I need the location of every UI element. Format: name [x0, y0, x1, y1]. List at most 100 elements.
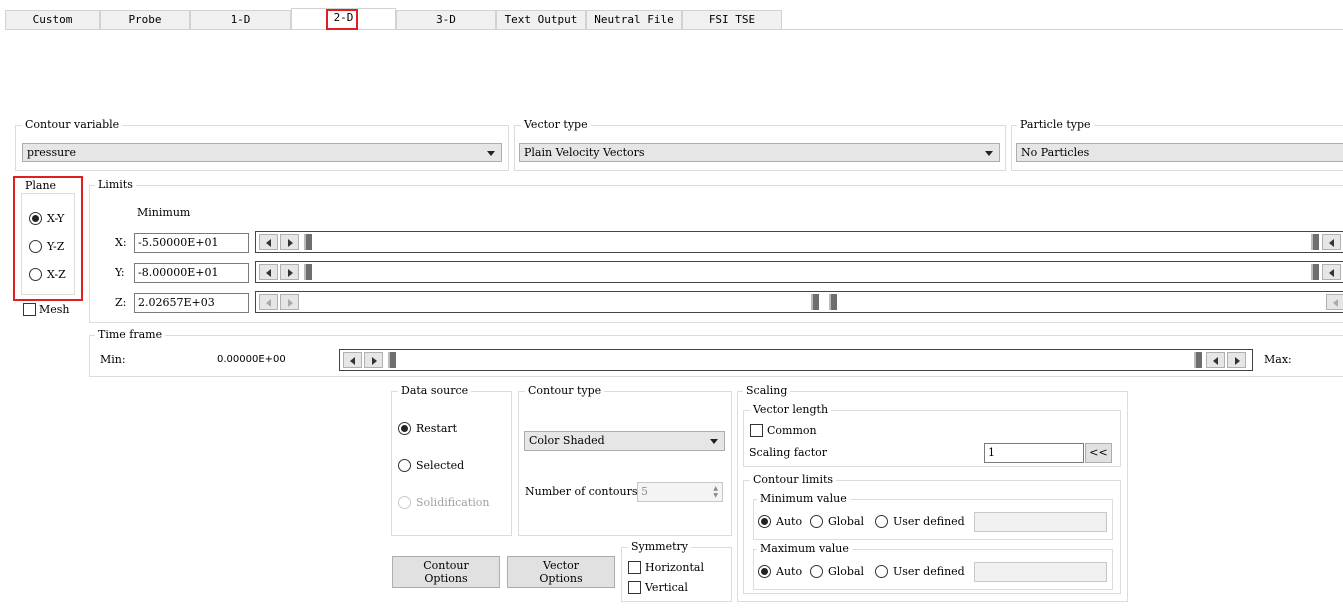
min-user-defined-radio[interactable] [875, 515, 888, 528]
collapse-button[interactable]: << [1085, 443, 1112, 463]
slider-left-arrow-icon[interactable] [259, 234, 278, 250]
scaling-factor-field[interactable]: 1 [984, 443, 1084, 463]
tab-text-output[interactable]: Text Output [496, 10, 586, 29]
slider-left-arrow-icon[interactable] [1206, 352, 1225, 368]
data-source-selected-label: Selected [416, 459, 465, 472]
symmetry-vertical-checkbox[interactable] [628, 581, 641, 594]
time-frame-title: Time frame [95, 328, 166, 341]
max-user-defined-field[interactable] [974, 562, 1107, 582]
min-user-defined-field[interactable] [974, 512, 1107, 532]
tab-divider [5, 29, 1343, 30]
num-contours-label: Number of contours [525, 485, 638, 498]
slider-left-arrow-icon[interactable] [343, 352, 362, 368]
time-frame-slider[interactable] [339, 349, 1253, 371]
spin-arrows-icon[interactable]: ▲ ▼ [713, 485, 718, 499]
slider-right-arrow-icon[interactable] [1227, 352, 1246, 368]
contour-variable-select[interactable]: pressure [22, 143, 502, 162]
data-source-solidification-radio[interactable] [398, 496, 411, 509]
time-min-label: Min: [100, 353, 126, 366]
slider-left-arrow-icon[interactable] [1322, 234, 1341, 250]
contour-type-select[interactable]: Color Shaded [524, 431, 725, 451]
tab-highlight [326, 9, 358, 30]
common-checkbox[interactable] [750, 424, 763, 437]
limits-title: Limits [95, 178, 136, 191]
data-source-title: Data source [398, 384, 472, 397]
limits-y-min-field[interactable]: -8.00000E+01 [134, 263, 249, 283]
slider-max-thumb[interactable] [1311, 264, 1319, 280]
contour-variable-value: pressure [27, 146, 76, 159]
limits-x-label: X: [115, 236, 127, 249]
contour-options-line2: Options [424, 572, 468, 585]
slider-right-arrow-icon[interactable] [280, 294, 299, 310]
data-source-selected-radio[interactable] [398, 459, 411, 472]
vector-type-title: Vector type [521, 118, 591, 131]
symmetry-horizontal-checkbox[interactable] [628, 561, 641, 574]
particle-type-title: Particle type [1017, 118, 1094, 131]
symmetry-vertical-label: Vertical [645, 581, 688, 594]
slider-min-thumb[interactable] [388, 352, 396, 368]
min-user-defined-label: User defined [893, 515, 965, 528]
max-user-defined-radio[interactable] [875, 565, 888, 578]
contour-options-button[interactable]: Contour Options [392, 556, 500, 588]
symmetry-title: Symmetry [628, 540, 692, 553]
tab-neutral-file[interactable]: Neutral File [586, 10, 682, 29]
tab-probe[interactable]: Probe [100, 10, 190, 29]
vector-type-select[interactable]: Plain Velocity Vectors [519, 143, 1000, 162]
vector-options-line1: Vector [543, 559, 579, 572]
time-max-label: Max: [1264, 353, 1292, 366]
limits-z-label: Z: [115, 296, 127, 309]
mesh-label: Mesh [39, 303, 70, 316]
max-global-radio[interactable] [810, 565, 823, 578]
symmetry-horizontal-label: Horizontal [645, 561, 704, 574]
min-global-radio[interactable] [810, 515, 823, 528]
limits-y-slider[interactable] [255, 261, 1343, 283]
max-user-defined-label: User defined [893, 565, 965, 578]
plane-highlight [13, 176, 83, 301]
slider-left-arrow-icon[interactable] [1322, 264, 1341, 280]
slider-right-arrow-icon[interactable] [280, 234, 299, 250]
vector-options-line2: Options [539, 572, 583, 585]
slider-right-arrow-icon[interactable] [364, 352, 383, 368]
slider-right-arrow-icon[interactable] [280, 264, 299, 280]
data-source-solidification-label: Solidification [416, 496, 490, 509]
slider-left-arrow-icon[interactable] [1326, 294, 1343, 310]
slider-left-arrow-icon[interactable] [259, 294, 278, 310]
contour-options-line1: Contour [423, 559, 469, 572]
slider-min-thumb[interactable] [304, 234, 312, 250]
minimum-value-title: Minimum value [757, 492, 850, 505]
slider-min-thumb[interactable] [304, 264, 312, 280]
contour-type-title: Contour type [525, 384, 605, 397]
chevron-down-icon [487, 151, 495, 156]
slider-min-thumb[interactable] [811, 294, 819, 310]
mesh-checkbox[interactable] [23, 303, 36, 316]
tab-1d[interactable]: 1-D [190, 10, 291, 29]
vector-options-button[interactable]: Vector Options [507, 556, 615, 588]
data-source-restart-label: Restart [416, 422, 458, 435]
num-contours-spinbox[interactable]: 5 ▲ ▼ [637, 482, 723, 502]
contour-limits-title: Contour limits [750, 473, 837, 486]
limits-x-min-field[interactable]: -5.50000E+01 [134, 233, 249, 253]
min-auto-radio[interactable] [758, 515, 771, 528]
chevron-down-icon [710, 439, 718, 444]
slider-max-thumb[interactable] [829, 294, 837, 310]
maximum-value-title: Maximum value [757, 542, 852, 555]
scaling-factor-label: Scaling factor [749, 446, 828, 459]
limits-x-slider[interactable] [255, 231, 1343, 253]
particle-type-value: No Particles [1021, 146, 1090, 159]
slider-max-thumb[interactable] [1194, 352, 1202, 368]
tab-3d[interactable]: 3-D [396, 10, 496, 29]
tab-custom[interactable]: Custom [5, 10, 100, 29]
tab-fsi-tse[interactable]: FSI TSE [682, 10, 782, 29]
limits-z-min-field[interactable]: 2.02657E+03 [134, 293, 249, 313]
data-source-restart-radio[interactable] [398, 422, 411, 435]
contour-type-value: Color Shaded [529, 434, 605, 447]
chevron-down-icon [985, 151, 993, 156]
particle-type-select[interactable]: No Particles [1016, 143, 1343, 162]
max-auto-radio[interactable] [758, 565, 771, 578]
min-auto-label: Auto [776, 515, 803, 528]
limits-minimum-label: Minimum [137, 206, 191, 219]
contour-variable-title: Contour variable [22, 118, 123, 131]
slider-max-thumb[interactable] [1311, 234, 1319, 250]
slider-left-arrow-icon[interactable] [259, 264, 278, 280]
limits-z-slider[interactable] [255, 291, 1343, 313]
